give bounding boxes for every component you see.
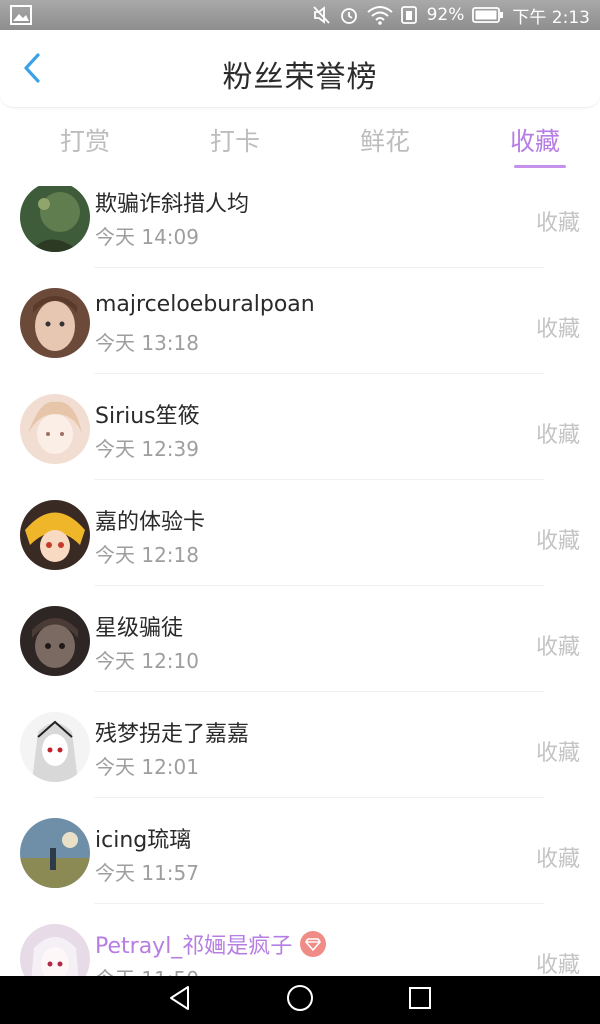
fan-time: 今天 11:50 xyxy=(95,963,199,976)
tab-3[interactable]: 收藏 xyxy=(470,108,600,186)
wifi-icon xyxy=(366,5,393,25)
fan-time: 今天 13:18 xyxy=(95,331,199,355)
fan-name: majrceloeburalpoan xyxy=(95,292,315,317)
collect-label: 收藏 xyxy=(535,741,580,766)
collect-label: 收藏 xyxy=(535,211,580,236)
avatar[interactable] xyxy=(20,924,90,976)
nav-back-button[interactable] xyxy=(150,976,210,1024)
nav-home-button[interactable] xyxy=(270,976,330,1024)
avatar[interactable] xyxy=(20,606,90,676)
fan-time: 今天 12:10 xyxy=(95,649,199,673)
fan-list[interactable]: 欺骗诈斜措人均 今天 14:09 收藏 majrceloeburalpoan 今天 13… xyxy=(0,186,600,976)
list-item[interactable]: 残梦拐走了嘉嘉 今天 12:01 收藏 xyxy=(0,692,600,798)
data-icon xyxy=(400,5,419,25)
alarm-icon xyxy=(339,5,359,25)
system-nav-bar xyxy=(0,976,600,1024)
avatar[interactable] xyxy=(20,394,90,464)
list-item[interactable]: Petrayl_祁婳是疯子今天 11:50 收藏 xyxy=(0,904,600,976)
list-item[interactable]: icing琉璃 今天 11:57 收藏 xyxy=(0,798,600,904)
fan-name-text: 嘉的体验卡 xyxy=(95,510,206,535)
fan-name-text: majrceloeburalpoan xyxy=(95,292,315,317)
list-item[interactable]: majrceloeburalpoan 今天 13:18 收藏 xyxy=(0,268,600,374)
fan-name: 嘉的体验卡 xyxy=(95,504,205,536)
collect-label: 收藏 xyxy=(535,529,580,554)
square-recents-icon xyxy=(408,986,432,1014)
fan-name: 残梦拐走了嘉嘉 xyxy=(95,716,249,748)
list-item[interactable]: Sirius笙筱 今天 12:39 收藏 xyxy=(0,374,600,480)
fan-time: 今天 12:39 xyxy=(95,437,199,461)
tab-1[interactable]: 打卡 xyxy=(170,108,300,186)
fan-name-text: 欺骗诈斜措人均 xyxy=(95,192,250,217)
collect-label: 收藏 xyxy=(535,423,580,448)
tab-underline xyxy=(514,165,566,168)
list-item[interactable]: 嘉的体验卡今天 12:18 收藏 xyxy=(0,480,600,586)
fan-time: 今天 14:09 xyxy=(95,225,199,249)
fan-name: Sirius笙筱 xyxy=(95,398,200,430)
fan-time: 今天 12:01 xyxy=(95,755,199,779)
battery-percent: 92% xyxy=(426,5,465,25)
status-bar: 92% 下午 2:13 xyxy=(0,0,600,30)
tab-label: 打卡 xyxy=(209,127,260,156)
app-header: 粉丝荣誉榜 xyxy=(0,30,600,108)
fan-name-text: Sirius笙筱 xyxy=(95,404,200,429)
page-title: 粉丝荣誉榜 xyxy=(222,60,378,95)
collect-label: 收藏 xyxy=(535,317,580,342)
avatar[interactable] xyxy=(20,186,90,252)
clock: 下午 2:13 xyxy=(512,7,590,28)
avatar[interactable] xyxy=(20,288,90,358)
mute-icon xyxy=(312,5,331,25)
fan-name-text: 残梦拐走了嘉嘉 xyxy=(95,722,250,747)
vip-badge-icon xyxy=(300,931,327,957)
fan-name-text: 星级骗徒 xyxy=(95,616,184,641)
battery-icon xyxy=(472,6,504,24)
circle-home-icon xyxy=(286,984,314,1016)
tab-0[interactable]: 打赏 xyxy=(20,108,150,186)
list-item[interactable]: 星级骗徒今天 12:10 收藏 xyxy=(0,586,600,692)
tab-label: 打赏 xyxy=(59,127,110,156)
fan-name: 星级骗徒 xyxy=(95,610,183,642)
tab-2[interactable]: 鲜花 xyxy=(320,108,450,186)
collect-label: 收藏 xyxy=(535,635,580,660)
avatar[interactable] xyxy=(20,500,90,570)
nav-recents-button[interactable] xyxy=(390,976,450,1024)
tab-bar: 打赏 打卡 鲜花 收藏 xyxy=(0,108,600,186)
fan-name-text: icing琉璃 xyxy=(95,828,192,853)
avatar[interactable] xyxy=(20,712,90,782)
fan-time: 今天 11:57 xyxy=(95,861,199,885)
avatar[interactable] xyxy=(20,818,90,888)
fan-time: 今天 12:18 xyxy=(95,543,199,567)
collect-label: 收藏 xyxy=(535,953,580,976)
fan-name: Petrayl_祁婳是疯子 xyxy=(95,928,327,960)
gallery-notification-icon xyxy=(10,5,32,25)
fan-name-text: Petrayl_祁婳是疯子 xyxy=(95,934,293,959)
fan-name: icing琉璃 xyxy=(95,822,191,854)
tab-label: 收藏 xyxy=(509,127,560,156)
tab-label: 鲜花 xyxy=(359,127,410,156)
fan-name: 欺骗诈斜措人均 xyxy=(95,186,249,218)
triangle-back-icon xyxy=(168,985,192,1015)
collect-label: 收藏 xyxy=(535,847,580,872)
list-item[interactable]: 欺骗诈斜措人均 今天 14:09 收藏 xyxy=(0,186,600,268)
